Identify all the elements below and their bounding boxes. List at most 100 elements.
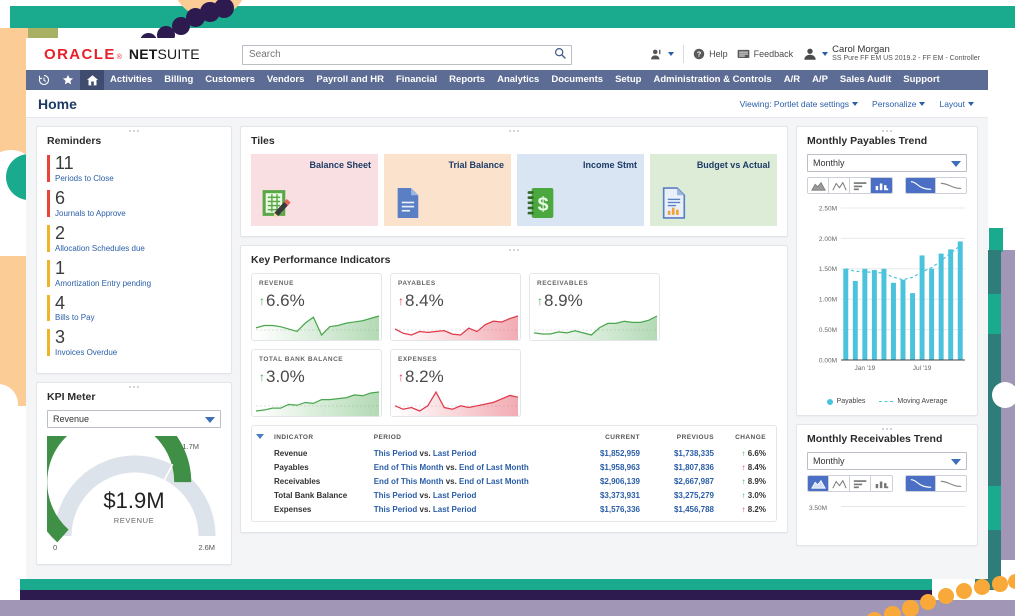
cell-current[interactable]: $1,576,336: [570, 502, 644, 516]
kpi-card-revenue[interactable]: REVENUE ↑ 6.6%: [251, 273, 382, 341]
reminder-item[interactable]: 3 Invoices Overdue: [47, 328, 221, 357]
viewing-portlet-date-settings-button[interactable]: Viewing: Portlet date settings: [740, 99, 859, 109]
cell-current[interactable]: $1,852,959: [570, 446, 644, 460]
sort-column-header[interactable]: [252, 430, 270, 446]
portlet-drag-handle[interactable]: [129, 386, 139, 389]
cell-previous[interactable]: $1,738,335: [644, 446, 718, 460]
vertical-bar-chart-icon[interactable]: [871, 178, 892, 193]
trend-curve-icon[interactable]: [906, 178, 936, 193]
nav-item-documents[interactable]: Documents: [545, 70, 609, 90]
nav-item-payroll-and-hr[interactable]: Payroll and HR: [310, 70, 390, 90]
kpi-meter-select[interactable]: Revenue: [47, 410, 221, 429]
cell-previous[interactable]: $1,807,836: [644, 460, 718, 474]
quick-add-button[interactable]: [650, 48, 675, 61]
reminder-label[interactable]: Bills to Pay: [55, 313, 221, 322]
nav-item-billing[interactable]: Billing: [158, 70, 199, 90]
tile-income-stmt[interactable]: Income Stmt $: [517, 154, 644, 226]
reminder-item[interactable]: 2 Allocation Schedules due: [47, 223, 221, 253]
nav-item-financial[interactable]: Financial: [390, 70, 443, 90]
nav-item-setup[interactable]: Setup: [609, 70, 647, 90]
user-menu[interactable]: Carol Morgan SS Pure FF EM US 2019.2 - F…: [802, 44, 980, 63]
sort-caret-icon[interactable]: [256, 434, 264, 439]
recent-icon[interactable]: [32, 70, 56, 90]
table-row[interactable]: Revenue This Period vs. Last Period $1,852…: [252, 446, 776, 460]
cell-period[interactable]: This Period vs. Last Period: [370, 502, 570, 516]
table-row[interactable]: Total Bank Balance This Period vs. Last P…: [252, 488, 776, 502]
home-icon[interactable]: [80, 70, 104, 90]
tile-balance-sheet[interactable]: Balance Sheet: [251, 154, 378, 226]
trend-arrow-icon: ↑: [259, 294, 265, 308]
kpi-card-receivables[interactable]: RECEIVABLES ↑ 8.9%: [529, 273, 660, 341]
y-axis-tick-label: 2.50M: [819, 205, 837, 212]
cell-previous[interactable]: $3,275,279: [644, 488, 718, 502]
column-header-current[interactable]: CURRENT: [570, 430, 644, 446]
help-button[interactable]: ? Help: [693, 48, 728, 60]
kpi-card-expenses[interactable]: EXPENSES ↑ 8.2%: [390, 349, 521, 417]
portlet-drag-handle[interactable]: [509, 249, 519, 251]
trend-flat-icon[interactable]: [936, 178, 966, 193]
kpi-card-total-bank-balance[interactable]: TOTAL BANK BALANCE ↑ 3.0%: [251, 349, 382, 417]
nav-item-a-r[interactable]: A/R: [778, 70, 806, 90]
cell-period[interactable]: This Period vs. Last Period: [370, 488, 570, 502]
reminder-item[interactable]: 4 Bills to Pay: [47, 293, 221, 322]
nav-item-customers[interactable]: Customers: [199, 70, 261, 90]
tile-trial-balance[interactable]: Trial Balance: [384, 154, 511, 226]
portlet-drag-handle[interactable]: [509, 130, 519, 132]
cell-previous[interactable]: $1,456,788: [644, 502, 718, 516]
cell-period[interactable]: End of This Month vs. End of Last Month: [370, 474, 570, 488]
feedback-button[interactable]: Feedback: [737, 49, 793, 60]
cell-current[interactable]: $3,373,931: [570, 488, 644, 502]
table-row[interactable]: Expenses This Period vs. Last Period $1,57…: [252, 502, 776, 516]
reminder-item[interactable]: 6 Journals to Approve: [47, 188, 221, 218]
line-chart-icon[interactable]: [829, 476, 850, 491]
area-chart-icon[interactable]: [808, 476, 829, 491]
search-icon[interactable]: [554, 47, 567, 60]
horizontal-bar-chart-icon[interactable]: [850, 476, 871, 491]
tile-budget-vs-actual[interactable]: Budget vs Actual: [650, 154, 777, 226]
portlet-drag-handle[interactable]: [882, 428, 892, 430]
payables-charttype-buttons: [807, 177, 893, 194]
area-chart-icon[interactable]: [808, 178, 829, 193]
trend-flat-icon[interactable]: [936, 476, 966, 491]
kpi-card-payables[interactable]: PAYABLES ↑ 8.4%: [390, 273, 521, 341]
table-row[interactable]: Receivables End of This Month vs. End of …: [252, 474, 776, 488]
reminder-label[interactable]: Invoices Overdue: [55, 348, 221, 357]
global-search[interactable]: [242, 44, 572, 65]
trend-curve-icon[interactable]: [906, 476, 936, 491]
nav-item-analytics[interactable]: Analytics: [491, 70, 545, 90]
nav-item-support[interactable]: Support: [897, 70, 945, 90]
nav-item-a-p[interactable]: A/P: [806, 70, 834, 90]
reminder-item[interactable]: 11 Periods to Close: [47, 154, 221, 183]
payables-period-select[interactable]: Monthly: [807, 154, 967, 172]
horizontal-bar-chart-icon[interactable]: [850, 178, 871, 193]
line-chart-icon[interactable]: [829, 178, 850, 193]
cell-period[interactable]: End of This Month vs. End of Last Month: [370, 460, 570, 474]
shortcuts-star-icon[interactable]: [56, 70, 80, 90]
portlet-drag-handle[interactable]: [129, 130, 139, 132]
cell-previous[interactable]: $2,667,987: [644, 474, 718, 488]
search-input[interactable]: [242, 44, 572, 65]
nav-item-sales-audit[interactable]: Sales Audit: [834, 70, 897, 90]
column-header-period[interactable]: PERIOD: [370, 430, 570, 446]
cell-period[interactable]: This Period vs. Last Period: [370, 446, 570, 460]
reminder-label[interactable]: Periods to Close: [55, 174, 221, 183]
nav-item-administration-controls[interactable]: Administration & Controls: [647, 70, 777, 90]
receivables-period-select[interactable]: Monthly: [807, 452, 967, 470]
nav-item-activities[interactable]: Activities: [104, 70, 158, 90]
personalize-button[interactable]: Personalize: [872, 99, 926, 109]
cell-current[interactable]: $1,958,963: [570, 460, 644, 474]
nav-item-reports[interactable]: Reports: [443, 70, 491, 90]
column-header-previous[interactable]: PREVIOUS: [644, 430, 718, 446]
layout-button[interactable]: Layout: [939, 99, 974, 109]
column-header-indicator[interactable]: INDICATOR: [270, 430, 370, 446]
column-header-change[interactable]: CHANGE: [718, 430, 776, 446]
reminder-label[interactable]: Allocation Schedules due: [55, 244, 221, 253]
reminder-label[interactable]: Amortization Entry pending: [55, 279, 221, 288]
nav-item-vendors[interactable]: Vendors: [261, 70, 311, 90]
cell-current[interactable]: $2,906,139: [570, 474, 644, 488]
reminder-label[interactable]: Journals to Approve: [55, 209, 221, 218]
reminder-item[interactable]: 1 Amortization Entry pending: [47, 258, 221, 288]
vertical-bar-chart-icon[interactable]: [871, 476, 892, 491]
table-row[interactable]: Payables End of This Month vs. End of Las…: [252, 460, 776, 474]
portlet-drag-handle[interactable]: [882, 130, 892, 132]
